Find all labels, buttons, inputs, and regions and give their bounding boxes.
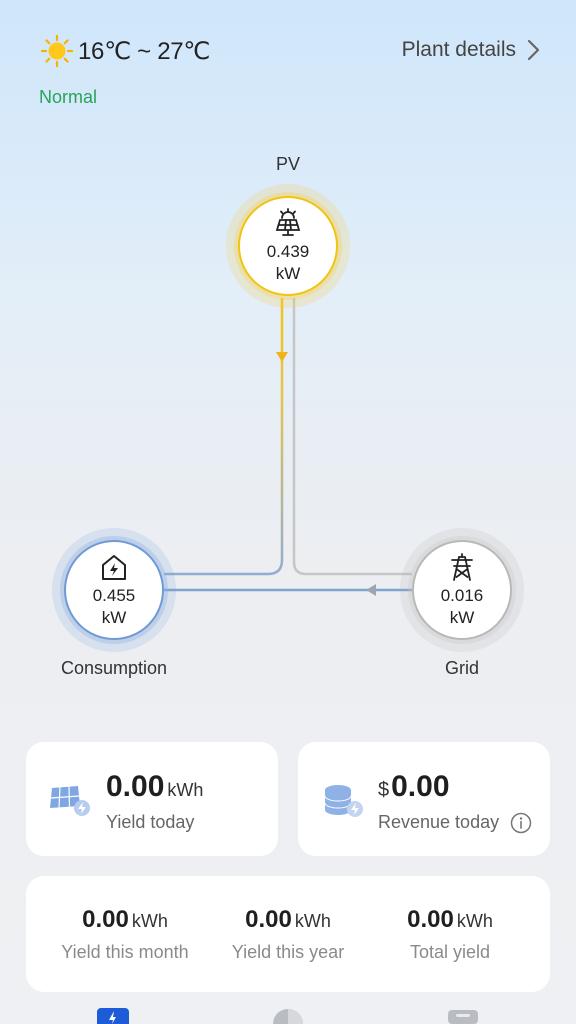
stat-yield-year: 0.00 kWh Yield this year: [201, 906, 375, 963]
info-icon[interactable]: [510, 812, 532, 834]
solar-yield-icon: [50, 786, 90, 816]
flash-tab-icon[interactable]: [97, 1008, 129, 1024]
yield-today-card[interactable]: 0.00 kWh Yield today: [26, 742, 278, 856]
yield-today-label: Yield today: [106, 812, 195, 832]
device-tab-icon[interactable]: [448, 1008, 478, 1024]
revenue-today-value: 0.00: [391, 770, 450, 803]
yield-today-value: 0.00: [106, 770, 165, 803]
home-power-icon: [102, 554, 126, 580]
pie-chart-tab-icon[interactable]: [272, 1008, 304, 1024]
stat-label: Yield this year: [231, 942, 345, 962]
revenue-today-label: Revenue today: [378, 812, 500, 832]
stat-value: 0.00: [82, 906, 129, 933]
revenue-today-card[interactable]: $ 0.00 Revenue today: [298, 742, 550, 856]
grid-flow-arrow: [366, 584, 376, 596]
solar-panel-icon: [275, 207, 301, 236]
stat-label: Yield this month: [61, 942, 189, 962]
stat-label: Total yield: [409, 942, 491, 962]
stat-value: 0.00: [407, 906, 454, 933]
consumption-power-value: 0.455: [92, 585, 136, 605]
stat-total-yield: 0.00 kWh Total yield: [363, 906, 537, 963]
pv-flow-arrow: [276, 352, 288, 362]
revenue-currency: $: [378, 779, 390, 801]
grid-power-unit: kW: [449, 607, 475, 627]
revenue-today-value-group: $ 0.00: [378, 770, 450, 804]
stat-value: 0.00: [245, 906, 292, 933]
yield-today-unit: kWh: [167, 780, 204, 800]
stat-unit: kWh: [294, 911, 331, 931]
stat-unit: kWh: [131, 911, 168, 931]
pv-power-unit: kW: [275, 263, 301, 283]
grid-node[interactable]: 0.016 kW: [412, 540, 512, 640]
coins-icon: [324, 785, 363, 817]
yield-stats-card[interactable]: 0.00 kWh Yield this month 0.00 kWh Yield…: [26, 876, 550, 992]
pv-node[interactable]: 0.439 kW: [238, 196, 338, 296]
stat-unit: kWh: [456, 911, 493, 931]
pv-to-grid-line: [292, 298, 412, 576]
power-tower-icon: [451, 552, 473, 581]
yield-today-value-group: 0.00 kWh: [106, 770, 203, 804]
pv-power-value: 0.439: [266, 241, 310, 261]
device-glyph-icon: [448, 1010, 478, 1024]
flash-glyph-icon: [109, 1011, 116, 1024]
stat-yield-month: 0.00 kWh Yield this month: [38, 906, 212, 963]
pv-to-consumption-line: [164, 298, 284, 576]
consumption-label: Consumption: [60, 658, 168, 678]
grid-label: Grid: [444, 658, 479, 678]
pv-label: PV: [275, 154, 300, 174]
pie-glyph-icon: [273, 1009, 303, 1024]
consumption-node[interactable]: 0.455 kW: [64, 540, 164, 640]
consumption-power-unit: kW: [101, 607, 127, 627]
grid-power-value: 0.016: [440, 585, 484, 605]
